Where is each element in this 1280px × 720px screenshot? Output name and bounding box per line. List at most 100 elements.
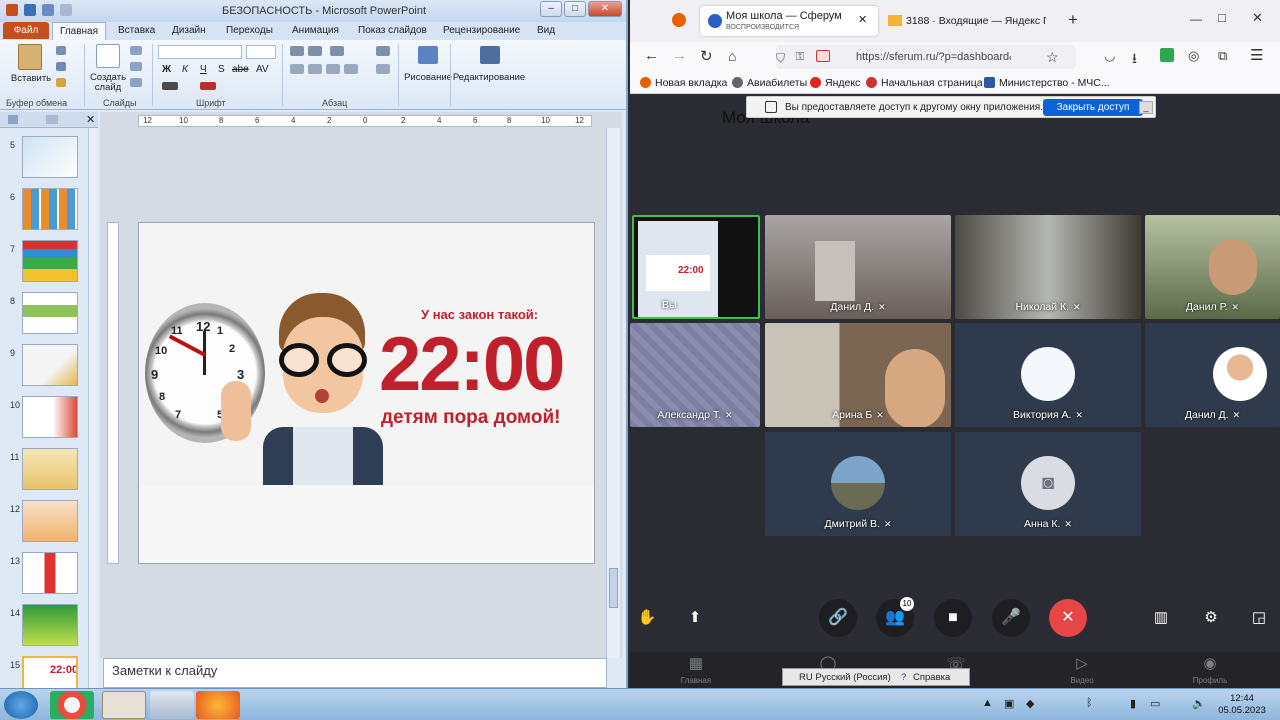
participants-button[interactable]: 👥 10	[876, 597, 914, 637]
screen-share-icon[interactable]	[816, 50, 830, 62]
drawing-shapes-icon[interactable]	[418, 46, 438, 64]
columns-icon[interactable]	[376, 64, 390, 74]
close-window-icon[interactable]: ✕	[1252, 10, 1263, 26]
bookmark-mchs[interactable]: Министерство - МЧС...	[984, 77, 1110, 89]
format-painter-icon[interactable]	[56, 78, 66, 87]
participant-tile[interactable]: Николай К. ✕	[955, 215, 1141, 319]
pocket-icon[interactable]: ◡	[1104, 48, 1115, 64]
spacing-button[interactable]: AV	[256, 64, 269, 75]
bookmark-start-page[interactable]: Начальная страница	[866, 77, 983, 89]
thumbnails-scrollbar[interactable]	[88, 128, 98, 688]
drawing-button[interactable]: Рисование	[400, 72, 456, 83]
slide-thumbnail[interactable]	[22, 552, 78, 594]
align-left-icon[interactable]	[290, 64, 304, 74]
editing-button[interactable]: Редактирование	[452, 72, 526, 83]
slide-thumbnail[interactable]	[22, 292, 78, 334]
nav-video[interactable]: ▷ Видео	[1052, 654, 1112, 685]
help-label[interactable]: Справка	[913, 672, 950, 683]
close-pane-icon[interactable]: ✕	[86, 113, 95, 126]
strike-button[interactable]: abe	[232, 64, 249, 75]
tray-app-icon[interactable]: ▣	[1004, 697, 1014, 710]
tab-yandex-mail[interactable]: 3188 · Входящие — Яндекс По	[882, 6, 1060, 36]
slides-pane-tabs[interactable]: ✕	[0, 112, 98, 128]
participant-tile[interactable]: Виктория А. ✕	[955, 323, 1141, 427]
slide-thumbnail[interactable]	[22, 136, 78, 178]
download-icon[interactable]: ⭳	[1132, 48, 1137, 72]
underline-button[interactable]: Ч	[200, 64, 207, 75]
microphone-button[interactable]: 🎤	[992, 599, 1030, 637]
participant-tile[interactable]: Арина Б ✕	[765, 323, 951, 427]
participant-tile-self[interactable]: 22:00 Вы	[632, 215, 760, 319]
section-icon[interactable]	[130, 78, 142, 87]
font-family-select[interactable]	[158, 45, 242, 59]
participant-tile[interactable]: Александр Т. ✕	[630, 323, 760, 427]
account-icon[interactable]: ◎	[1188, 48, 1199, 64]
editor-scrollbar[interactable]	[606, 128, 620, 658]
font-size-select[interactable]	[246, 45, 276, 59]
chrome-icon[interactable]	[50, 691, 94, 719]
camera-button[interactable]: ■	[934, 599, 972, 637]
scroll-thumb[interactable]	[609, 568, 618, 608]
cut-icon[interactable]	[56, 46, 66, 55]
home-icon[interactable]: ⌂	[728, 48, 736, 64]
reload-icon[interactable]: ↻	[700, 47, 713, 65]
align-right-icon[interactable]	[326, 64, 340, 74]
nav-profile[interactable]: ◉ Профиль	[1180, 654, 1240, 685]
copy-link-button[interactable]: 🔗	[819, 599, 857, 637]
binoculars-icon[interactable]	[480, 46, 500, 64]
tab-file[interactable]: Файл	[3, 22, 49, 39]
layout-icon[interactable]: ▥	[1148, 605, 1174, 631]
menu-icon[interactable]: ☰	[1250, 46, 1263, 64]
bullets-icon[interactable]	[290, 46, 304, 56]
layout-icon[interactable]	[130, 46, 142, 55]
italic-button[interactable]: К	[182, 64, 188, 75]
align-center-icon[interactable]	[308, 64, 322, 74]
slide-thumbnail[interactable]	[22, 396, 78, 438]
tab-transitions[interactable]: Переходы	[226, 25, 273, 36]
start-button[interactable]	[4, 691, 38, 719]
redo-icon[interactable]	[60, 4, 72, 16]
minimize-button[interactable]: –	[540, 1, 562, 17]
slide-thumbnail[interactable]	[22, 188, 78, 230]
participant-tile[interactable]: ◙ Анна К. ✕	[955, 432, 1141, 536]
participant-tile[interactable]: Данил Д. ✕	[1145, 323, 1280, 427]
slide-thumbnail[interactable]	[22, 448, 78, 490]
back-icon[interactable]: ←	[644, 47, 659, 64]
forward-icon[interactable]: →	[672, 47, 687, 64]
tab-sferum[interactable]: Моя школа — Сферум ВОСПРОИЗВОДИТСЯ ✕	[700, 6, 878, 36]
slide-thumbnail-current[interactable]: 22:00	[22, 656, 78, 688]
case-icon[interactable]	[162, 82, 178, 90]
minimize-icon[interactable]: —	[1190, 12, 1202, 26]
firefox-view-icon[interactable]	[672, 13, 686, 27]
close-tab-icon[interactable]: ✕	[858, 13, 867, 26]
participant-tile[interactable]: Дмитрий В. ✕	[765, 432, 951, 536]
tab-home[interactable]: Главная	[52, 22, 106, 40]
network-icon[interactable]: ▮	[1130, 697, 1136, 710]
volume-icon[interactable]: 🔈	[1192, 697, 1206, 710]
language-bar[interactable]: RU Русский (Россия) ? Справка	[782, 668, 970, 686]
powerpoint-taskbar-icon[interactable]	[102, 691, 146, 719]
raise-hand-icon[interactable]: ✋	[634, 605, 660, 631]
tray-app2-icon[interactable]: ◆	[1026, 697, 1034, 710]
notes-pane[interactable]: Заметки к слайду	[103, 658, 607, 688]
powerpoint-app-icon[interactable]	[6, 4, 18, 16]
address-bar[interactable]: ⛉ ⚿ https://sferum.ru/?p=dashboard&schoo…	[776, 45, 1076, 69]
stop-sharing-button[interactable]: Закрыть доступ	[1043, 99, 1143, 116]
bookmark-new-tab[interactable]: Новая вкладка	[640, 77, 727, 89]
tab-review[interactable]: Рецензирование	[443, 25, 520, 36]
firefox-taskbar-icon[interactable]	[196, 691, 240, 719]
reset-icon[interactable]	[130, 62, 142, 71]
tab-slideshow[interactable]: Показ слайдов	[358, 25, 427, 36]
media-player-icon[interactable]	[150, 691, 194, 719]
bold-button[interactable]: Ж	[162, 64, 171, 75]
paste-icon[interactable]	[18, 44, 42, 70]
close-button[interactable]: ✕	[588, 1, 622, 17]
font-color-icon[interactable]	[200, 82, 216, 90]
justify-icon[interactable]	[344, 64, 358, 74]
current-slide[interactable]: 12 1 2 3 4 5 7 8 9 10 11 У нас закон так…	[138, 222, 595, 564]
new-slide-icon[interactable]	[96, 44, 120, 68]
extensions-icon[interactable]: ⧉	[1218, 48, 1227, 64]
slide-thumbnail[interactable]	[22, 500, 78, 542]
bluetooth-icon[interactable]: ᛒ	[1086, 697, 1093, 709]
indent-icon[interactable]	[330, 46, 344, 56]
